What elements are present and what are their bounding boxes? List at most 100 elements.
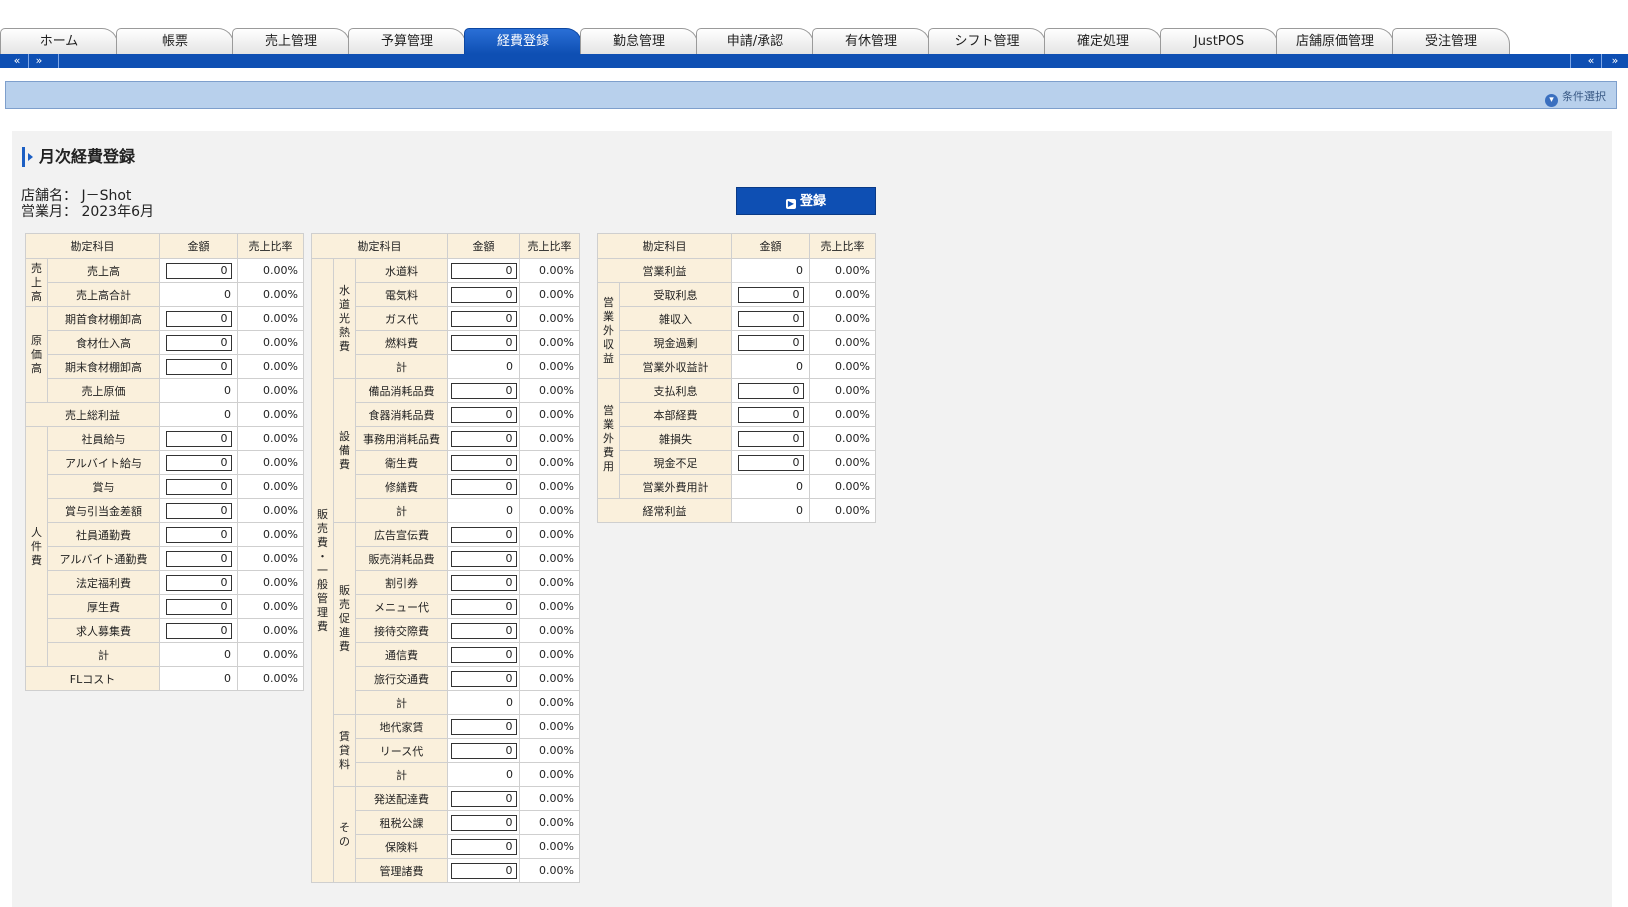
amount-input[interactable]: 0 — [165, 334, 232, 351]
ratio-value: 0.00% — [237, 522, 304, 547]
amount-input[interactable]: 0 — [450, 838, 517, 855]
amount-input[interactable]: 0 — [450, 670, 517, 687]
amount-input[interactable]: 0 — [450, 406, 517, 423]
ratio-value: 0.00% — [237, 402, 304, 427]
account-label: 売上総利益 — [25, 402, 160, 427]
account-label: 割引券 — [355, 570, 448, 595]
amount-cell: 0 — [731, 426, 810, 451]
table-row: 営業外収益受取利息 0 0.00% — [597, 282, 876, 379]
amount-input[interactable]: 0 — [165, 550, 232, 567]
ratio-value: 0.00% — [237, 426, 304, 451]
tab-9[interactable]: 確定処理 — [1044, 28, 1162, 54]
amount-input[interactable]: 0 — [450, 814, 517, 831]
amount-input[interactable]: 0 — [165, 310, 232, 327]
scroll-right-button[interactable]: » — [28, 54, 50, 68]
amount-input[interactable]: 0 — [450, 598, 517, 615]
tab-7[interactable]: 有休管理 — [812, 28, 930, 54]
amount-input[interactable]: 0 — [450, 718, 517, 735]
amount-input[interactable]: 0 — [165, 574, 232, 591]
amount-input[interactable]: 0 — [737, 406, 804, 423]
amount-input[interactable]: 0 — [450, 526, 517, 543]
scroll-left-button[interactable]: « — [1580, 54, 1602, 68]
amount-cell: 0 — [159, 474, 238, 499]
amount-input[interactable]: 0 — [165, 598, 232, 615]
account-label: 租税公課 — [355, 810, 448, 835]
amount-value: 0 — [447, 690, 520, 715]
amount-input[interactable]: 0 — [165, 526, 232, 543]
ratio-value: 0.00% — [237, 330, 304, 355]
amount-input[interactable]: 0 — [450, 574, 517, 591]
amount-input[interactable]: 0 — [450, 550, 517, 567]
amount-input[interactable]: 0 — [165, 478, 232, 495]
tab-6[interactable]: 申請/承認 — [696, 28, 814, 54]
scroll-left-button[interactable]: « — [6, 54, 28, 68]
tab-12[interactable]: 受注管理 — [1392, 28, 1510, 54]
table-row: 売上高合計 0 0.00% — [26, 282, 304, 307]
month-value: 2023年6月 — [81, 204, 154, 220]
amount-input[interactable]: 0 — [450, 310, 517, 327]
amount-input[interactable]: 0 — [737, 382, 804, 399]
amount-input[interactable]: 0 — [737, 454, 804, 471]
amount-input[interactable]: 0 — [450, 646, 517, 663]
amount-input[interactable]: 0 — [450, 286, 517, 303]
tab-1[interactable]: 帳票 — [116, 28, 234, 54]
tab-5[interactable]: 勤怠管理 — [580, 28, 698, 54]
amount-input[interactable]: 0 — [450, 790, 517, 807]
ratio-value: 0.00% — [237, 666, 304, 691]
account-label: 求人募集費 — [47, 618, 160, 643]
scroll-right-button[interactable]: » — [1604, 54, 1626, 68]
tab-3[interactable]: 予算管理 — [348, 28, 466, 54]
ratio-value: 0.00% — [519, 618, 580, 643]
nav-divider — [58, 54, 59, 68]
tab-8[interactable]: シフト管理 — [928, 28, 1046, 54]
register-button[interactable]: ▶ 登録 — [736, 187, 876, 215]
amount-cell: 0 — [447, 258, 520, 283]
amount-input[interactable]: 0 — [450, 862, 517, 879]
amount-input[interactable]: 0 — [165, 502, 232, 519]
category-label: 営業外収益 — [597, 282, 620, 379]
account-label: 通信費 — [355, 642, 448, 667]
amount-input[interactable]: 0 — [165, 358, 232, 375]
amount-input[interactable]: 0 — [450, 430, 517, 447]
header-ratio: 売上比率 — [237, 233, 304, 259]
amount-input[interactable]: 0 — [450, 478, 517, 495]
table-row: 販売促進費広告宣伝費 0 0.00% — [312, 522, 580, 715]
amount-input[interactable]: 0 — [165, 622, 232, 639]
account-label: 現金不足 — [619, 450, 732, 475]
table-row: 賞与引当金差額 0 0.00% — [26, 498, 304, 523]
amount-input[interactable]: 0 — [165, 454, 232, 471]
amount-value: 0 — [731, 474, 810, 499]
account-label: 営業利益 — [597, 258, 732, 283]
tab-0[interactable]: ホーム — [0, 28, 118, 54]
amount-cell: 0 — [447, 834, 520, 859]
amount-input[interactable]: 0 — [165, 262, 232, 279]
tab-11[interactable]: 店舗原価管理 — [1276, 28, 1394, 54]
table-row: 雑収入 0 0.00% — [598, 306, 876, 331]
tab-10[interactable]: JustPOS — [1160, 28, 1278, 54]
account-label: 現金過剰 — [619, 330, 732, 355]
ratio-value: 0.00% — [519, 714, 580, 739]
amount-input[interactable]: 0 — [450, 262, 517, 279]
account-label: 事務用消耗品費 — [355, 426, 448, 451]
amount-cell: 0 — [731, 402, 810, 427]
amount-input[interactable]: 0 — [450, 622, 517, 639]
amount-input[interactable]: 0 — [450, 742, 517, 759]
amount-input[interactable]: 0 — [737, 334, 804, 351]
amount-input[interactable]: 0 — [737, 430, 804, 447]
amount-input[interactable]: 0 — [450, 454, 517, 471]
header-ratio: 売上比率 — [519, 233, 580, 259]
amount-input[interactable]: 0 — [450, 334, 517, 351]
amount-input[interactable]: 0 — [737, 286, 804, 303]
amount-input[interactable]: 0 — [737, 310, 804, 327]
amount-input[interactable]: 0 — [165, 430, 232, 447]
tab-2[interactable]: 売上管理 — [232, 28, 350, 54]
account-label: 接待交際費 — [355, 618, 448, 643]
amount-input[interactable]: 0 — [450, 382, 517, 399]
condition-select-button[interactable]: ▾ 条件選択 — [1545, 88, 1606, 107]
amount-cell: 0 — [731, 378, 810, 403]
ratio-value: 0.00% — [519, 378, 580, 403]
ratio-value: 0.00% — [809, 306, 876, 331]
tab-4[interactable]: 経費登録 — [464, 28, 582, 54]
amount-cell: 0 — [447, 738, 520, 763]
header-account: 勘定科目 — [597, 233, 732, 259]
